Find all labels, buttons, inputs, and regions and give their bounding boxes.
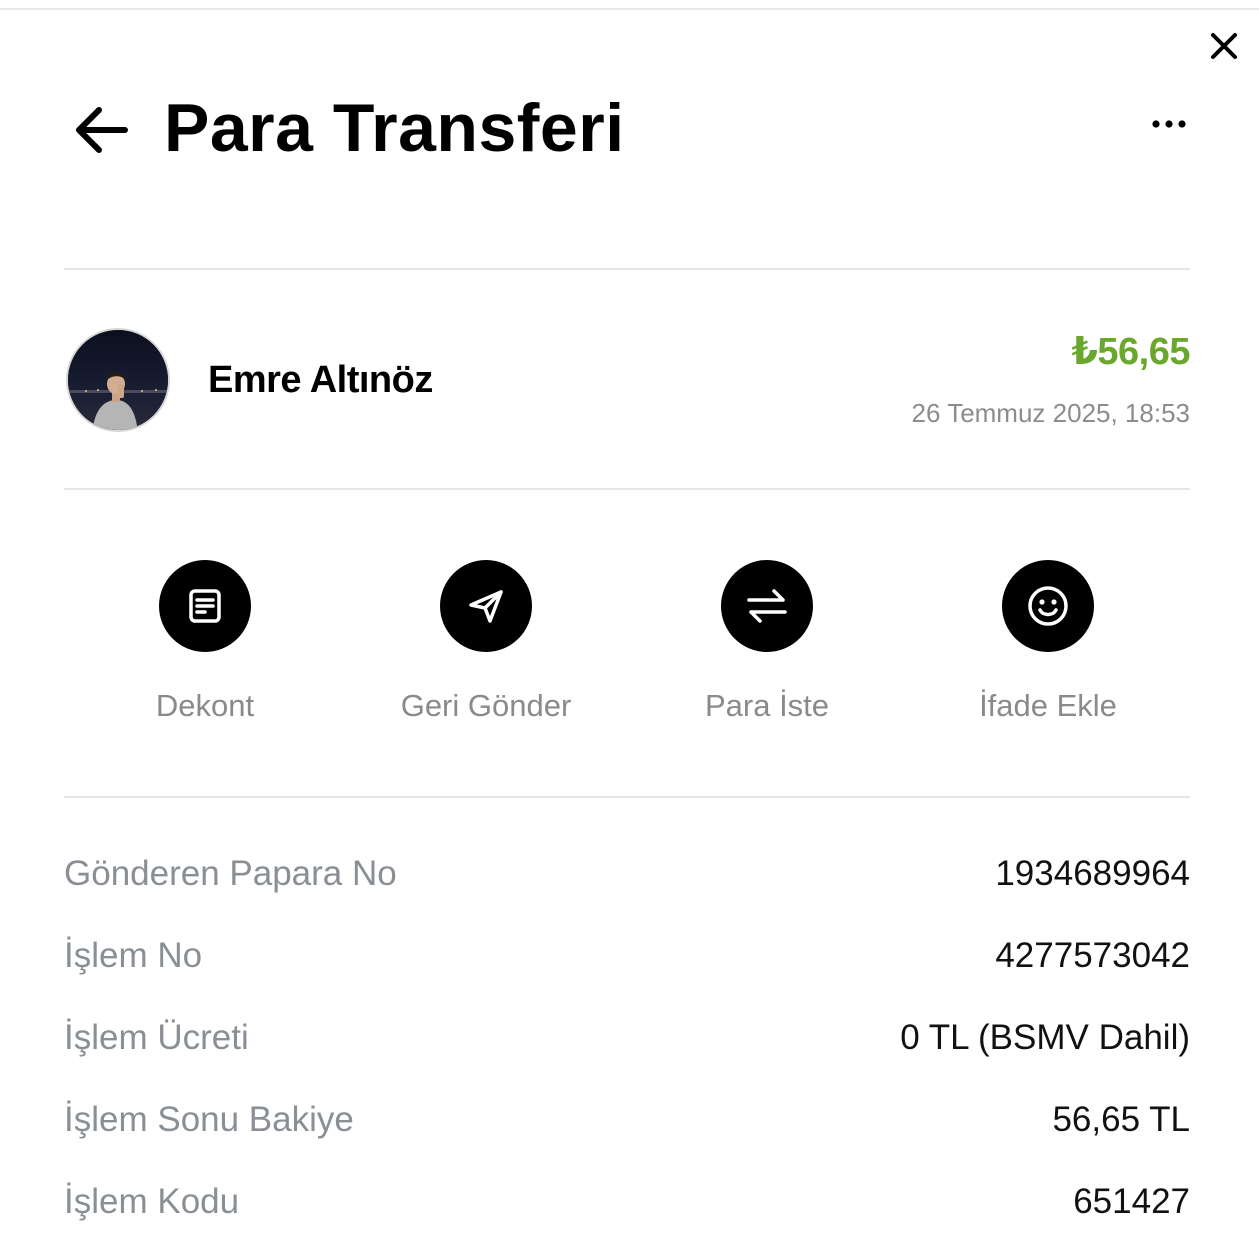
transaction-summary: Emre Altınöz ₺56,65 26 Temmuz 2025, 18:5…	[64, 320, 1190, 450]
detail-row-sender-papara-no: Gönderen Papara No 1934689964	[64, 840, 1190, 922]
detail-row-transaction-fee: İşlem Ücreti 0 TL (BSMV Dahil)	[64, 1004, 1190, 1086]
action-bar: Dekont Geri Gönder Para İste İfade Ekle	[64, 560, 1190, 740]
detail-row-final-balance: İşlem Sonu Bakiye 56,65 TL	[64, 1086, 1190, 1168]
page-title: Para Transferi	[164, 90, 625, 166]
more-options-button[interactable]	[1144, 106, 1194, 142]
detail-row-transaction-code: İşlem Kodu 651427	[64, 1168, 1190, 1250]
action-label: Dekont	[155, 688, 255, 723]
request-money-button[interactable]: Para İste	[647, 560, 887, 740]
action-label: Para İste	[704, 688, 830, 723]
detail-label: İşlem Sonu Bakiye	[64, 1100, 354, 1139]
avatar	[66, 328, 170, 432]
detail-value: 0 TL (BSMV Dahil)	[900, 1018, 1190, 1057]
detail-label: İşlem Ücreti	[64, 1018, 249, 1057]
divider	[64, 796, 1190, 798]
receipt-button[interactable]: Dekont	[85, 560, 325, 740]
detail-value: 56,65 TL	[1052, 1100, 1190, 1139]
detail-label: İşlem Kodu	[64, 1182, 240, 1221]
swap-arrows-icon	[747, 589, 787, 623]
close-icon	[1211, 33, 1237, 59]
detail-value: 1934689964	[995, 854, 1190, 893]
transaction-datetime: 26 Temmuz 2025, 18:53	[911, 398, 1190, 428]
send-back-button[interactable]: Geri Gönder	[366, 560, 606, 740]
recipient-name: Emre Altınöz	[208, 359, 433, 401]
transfer-detail-page: Para Transferi Emre Altınöz ₺56,65 26 Te…	[0, 0, 1259, 1250]
close-button[interactable]	[1204, 26, 1244, 66]
divider	[64, 268, 1190, 270]
back-button[interactable]	[68, 100, 134, 160]
action-label: İfade Ekle	[979, 688, 1117, 723]
send-icon	[469, 590, 503, 623]
detail-row-transaction-no: İşlem No 4277573042	[64, 922, 1190, 1004]
action-label: Geri Gönder	[400, 688, 572, 723]
divider	[64, 488, 1190, 490]
detail-label: Gönderen Papara No	[64, 854, 397, 893]
top-divider	[0, 8, 1259, 10]
page-header: Para Transferi	[64, 84, 1190, 174]
transaction-amount: ₺56,65	[1071, 331, 1190, 373]
smiley-icon	[1028, 586, 1068, 626]
arrow-left-icon	[76, 107, 128, 153]
add-reaction-button[interactable]: İfade Ekle	[928, 560, 1168, 740]
detail-value: 4277573042	[995, 936, 1190, 975]
receipt-icon	[189, 589, 221, 623]
detail-label: İşlem No	[64, 936, 203, 975]
transaction-details: Gönderen Papara No 1934689964 İşlem No 4…	[64, 840, 1190, 1250]
more-horizontal-icon	[1152, 120, 1186, 128]
detail-value: 651427	[1073, 1182, 1190, 1221]
